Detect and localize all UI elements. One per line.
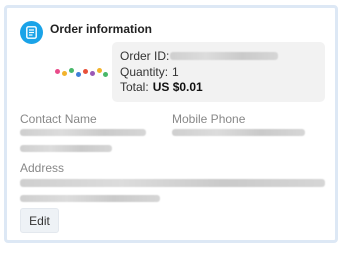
product-thumbnail[interactable] <box>53 66 108 78</box>
total-value: US $0.01 <box>152 80 203 94</box>
order-id-label: Order ID: <box>120 49 170 63</box>
address-value-redacted-2 <box>20 195 160 202</box>
order-id-value-redacted <box>170 52 278 60</box>
card-title: Order information <box>50 22 153 36</box>
address-label: Address <box>20 161 65 175</box>
total-label: Total: <box>120 80 149 94</box>
order-summary-box: Order ID: Quantity: 1 Total: US $0.01 <box>112 42 325 102</box>
quantity-row: Quantity: 1 <box>120 65 179 79</box>
total-row: Total: US $0.01 <box>120 80 203 94</box>
quantity-value: 1 <box>172 65 179 79</box>
document-icon <box>20 21 43 44</box>
mobile-phone-label: Mobile Phone <box>172 112 246 126</box>
contact-name-label: Contact Name <box>20 112 97 126</box>
address-value-redacted <box>20 179 325 187</box>
mobile-phone-value-redacted <box>172 129 305 136</box>
contact-name-value-redacted-2 <box>20 145 112 152</box>
quantity-label: Quantity: <box>120 65 169 79</box>
contact-name-value-redacted <box>20 129 146 136</box>
edit-button[interactable]: Edit <box>20 208 59 233</box>
order-id-row: Order ID: <box>120 49 169 63</box>
